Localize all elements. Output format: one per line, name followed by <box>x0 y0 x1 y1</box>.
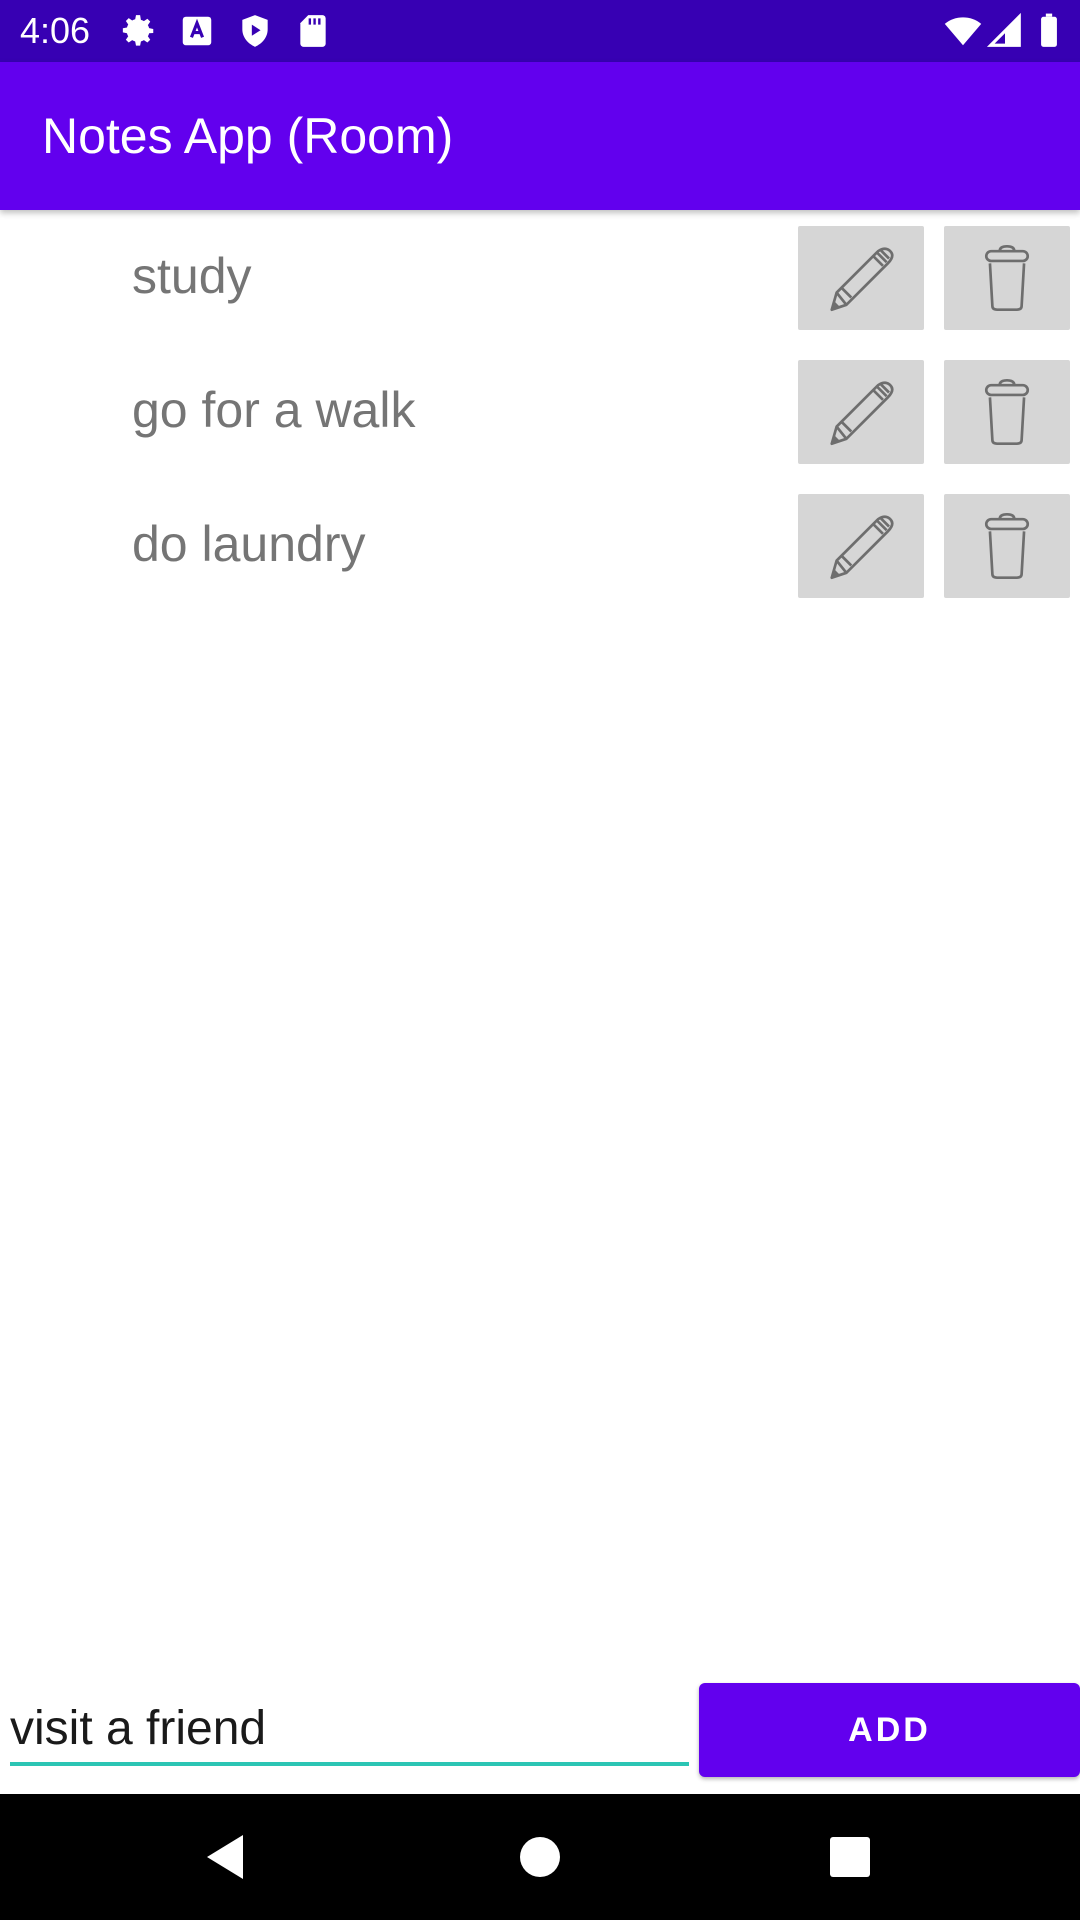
status-bar: 4:06 <box>0 0 1080 62</box>
settings-icon <box>120 12 158 50</box>
note-text: do laundry <box>132 516 366 572</box>
new-note-input[interactable] <box>10 1698 688 1758</box>
battery-icon <box>1030 12 1068 50</box>
sd-card-icon <box>294 12 332 50</box>
add-button[interactable]: ADD <box>699 1683 1080 1777</box>
note-row: study <box>0 226 1080 330</box>
trash-icon <box>984 244 1030 312</box>
text-a-icon <box>178 12 216 50</box>
app-bar: Notes App (Room) <box>0 62 1080 210</box>
back-icon[interactable] <box>195 1827 255 1887</box>
trash-icon <box>984 512 1030 580</box>
pencil-icon <box>830 515 894 580</box>
wifi-icon <box>944 12 982 50</box>
edit-note-button[interactable] <box>798 360 924 464</box>
note-row: do laundry <box>0 494 1080 598</box>
pencil-icon <box>830 381 894 446</box>
app-title: Notes App (Room) <box>42 108 454 164</box>
shield-play-icon <box>236 12 274 50</box>
delete-note-button[interactable] <box>944 226 1070 330</box>
delete-note-button[interactable] <box>944 360 1070 464</box>
delete-note-button[interactable] <box>944 494 1070 598</box>
note-text: go for a walk <box>132 382 416 438</box>
navigation-bar <box>0 1794 1080 1920</box>
edit-note-button[interactable] <box>798 226 924 330</box>
recents-icon[interactable] <box>820 1827 880 1887</box>
pencil-icon <box>830 247 894 312</box>
status-time: 4:06 <box>20 10 91 51</box>
trash-icon <box>984 378 1030 446</box>
home-icon[interactable] <box>510 1827 570 1887</box>
signal-icon <box>986 12 1024 50</box>
edit-note-button[interactable] <box>798 494 924 598</box>
note-text: study <box>132 248 252 304</box>
note-row: go for a walk <box>0 360 1080 464</box>
input-underline <box>10 1762 689 1766</box>
